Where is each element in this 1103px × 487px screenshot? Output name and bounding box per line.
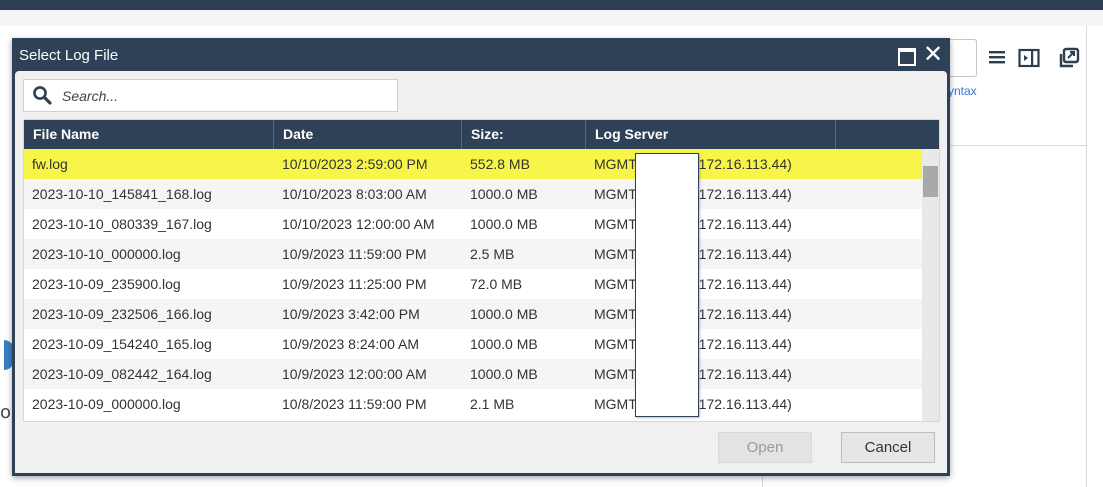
cell-date: 10/10/2023 12:00:00 AM [282, 216, 435, 232]
cell-date: 10/9/2023 12:00:00 AM [282, 366, 427, 382]
cell-file-name: 2023-10-10_080339_167.log [32, 216, 212, 232]
cell-file-name: 2023-10-10_000000.log [32, 246, 181, 262]
cell-log-server-ip: (172.16.113.44) [694, 186, 792, 202]
background-partial-text: o [0, 402, 12, 423]
search-field[interactable] [23, 79, 398, 112]
table-row[interactable]: 2023-10-09_082442_164.log 10/9/2023 12:00… [24, 359, 922, 389]
cell-date: 10/9/2023 3:42:00 PM [282, 306, 420, 322]
table-row[interactable]: 2023-10-09_232506_166.log 10/9/2023 3:42:… [24, 299, 922, 329]
cell-date: 10/9/2023 8:24:00 AM [282, 336, 419, 352]
background-divider [948, 145, 1086, 146]
cell-size: 72.0 MB [470, 276, 523, 292]
cell-log-server-ip: (172.16.113.44) [694, 276, 792, 292]
cell-file-name: 2023-10-10_145841_168.log [32, 186, 212, 202]
dialog-body: File Name Date Size: Log Server fw.log 10… [15, 71, 947, 473]
select-log-file-dialog: Select Log File ✕ File Name Date Size: L… [12, 38, 950, 476]
table-row[interactable]: 2023-10-10_080339_167.log 10/10/2023 12:0… [24, 209, 922, 239]
cell-size: 1000.0 MB [470, 336, 538, 352]
cell-date: 10/10/2023 8:03:00 AM [282, 186, 427, 202]
cell-size: 2.1 MB [470, 396, 515, 412]
cell-log-server-ip: (172.16.113.44) [694, 216, 792, 232]
search-input[interactable] [60, 84, 394, 108]
app-top-bar [0, 0, 1103, 10]
table-row[interactable]: 2023-10-10_000000.log 10/9/2023 11:59:00 … [24, 239, 922, 269]
cell-file-name: 2023-10-09_000000.log [32, 396, 181, 412]
open-button[interactable]: Open [718, 432, 812, 463]
cell-log-server-ip: (172.16.113.44) [694, 396, 792, 412]
column-header-empty [836, 120, 939, 149]
app-toolbar-strip [0, 10, 1103, 26]
table-header: File Name Date Size: Log Server [24, 120, 939, 149]
table-scrollbar[interactable] [922, 149, 939, 421]
cell-size: 1000.0 MB [470, 306, 538, 322]
table-body: fw.log 10/10/2023 2:59:00 PM 552.8 MB MGMT(… [24, 149, 922, 421]
cell-log-server-ip: (172.16.113.44) [694, 336, 792, 352]
column-header-size[interactable]: Size: [462, 120, 586, 149]
cell-date: 10/9/2023 11:25:00 PM [282, 276, 427, 292]
table-row[interactable]: fw.log 10/10/2023 2:59:00 PM 552.8 MB MGMT(… [24, 149, 922, 179]
cell-log-server-ip: (172.16.113.44) [694, 306, 792, 322]
scrollbar-thumb[interactable] [923, 166, 938, 197]
redaction-box [635, 153, 699, 417]
column-header-file-name[interactable]: File Name [24, 120, 274, 149]
table-row[interactable]: 2023-10-10_145841_168.log 10/10/2023 8:03… [24, 179, 922, 209]
cell-log-server-ip: (172.16.113.44) [694, 246, 792, 262]
split-view-icon[interactable] [1018, 47, 1040, 69]
cell-file-name: 2023-10-09_235900.log [32, 276, 181, 292]
cell-size: 552.8 MB [470, 156, 530, 172]
search-icon [33, 86, 52, 105]
column-header-date[interactable]: Date [274, 120, 462, 149]
syntax-link[interactable]: yntax [948, 84, 977, 98]
cell-log-server-ip: (172.16.113.44) [694, 366, 792, 382]
cell-log-server-ip: (172.16.113.44) [694, 156, 792, 172]
cell-size: 1000.0 MB [470, 366, 538, 382]
close-icon[interactable]: ✕ [922, 42, 944, 66]
cell-file-name: 2023-10-09_082442_164.log [32, 366, 212, 382]
column-header-log-server[interactable]: Log Server [586, 120, 836, 149]
table-row[interactable]: 2023-10-09_000000.log 10/8/2023 11:59:00 … [24, 389, 922, 419]
cell-size: 1000.0 MB [470, 216, 538, 232]
popout-icon[interactable] [1058, 47, 1080, 69]
list-icon[interactable] [987, 47, 1009, 69]
table-row[interactable]: 2023-10-09_154240_165.log 10/9/2023 8:24:… [24, 329, 922, 359]
dialog-title: Select Log File [19, 47, 119, 64]
table-row[interactable]: 2023-10-09_235900.log 10/9/2023 11:25:00 … [24, 269, 922, 299]
cell-file-name: fw.log [32, 156, 68, 172]
log-file-table: File Name Date Size: Log Server fw.log 10… [23, 119, 940, 422]
background-vertical-divider [1086, 26, 1087, 487]
cell-date: 10/9/2023 11:59:00 PM [282, 246, 427, 262]
maximize-icon[interactable] [898, 48, 916, 66]
cell-size: 1000.0 MB [470, 186, 538, 202]
cell-size: 2.5 MB [470, 246, 515, 262]
cell-date: 10/8/2023 11:59:00 PM [282, 396, 427, 412]
cell-file-name: 2023-10-09_232506_166.log [32, 306, 212, 322]
cancel-button[interactable]: Cancel [841, 432, 935, 463]
cell-date: 10/10/2023 2:59:00 PM [282, 156, 428, 172]
cell-file-name: 2023-10-09_154240_165.log [32, 336, 212, 352]
